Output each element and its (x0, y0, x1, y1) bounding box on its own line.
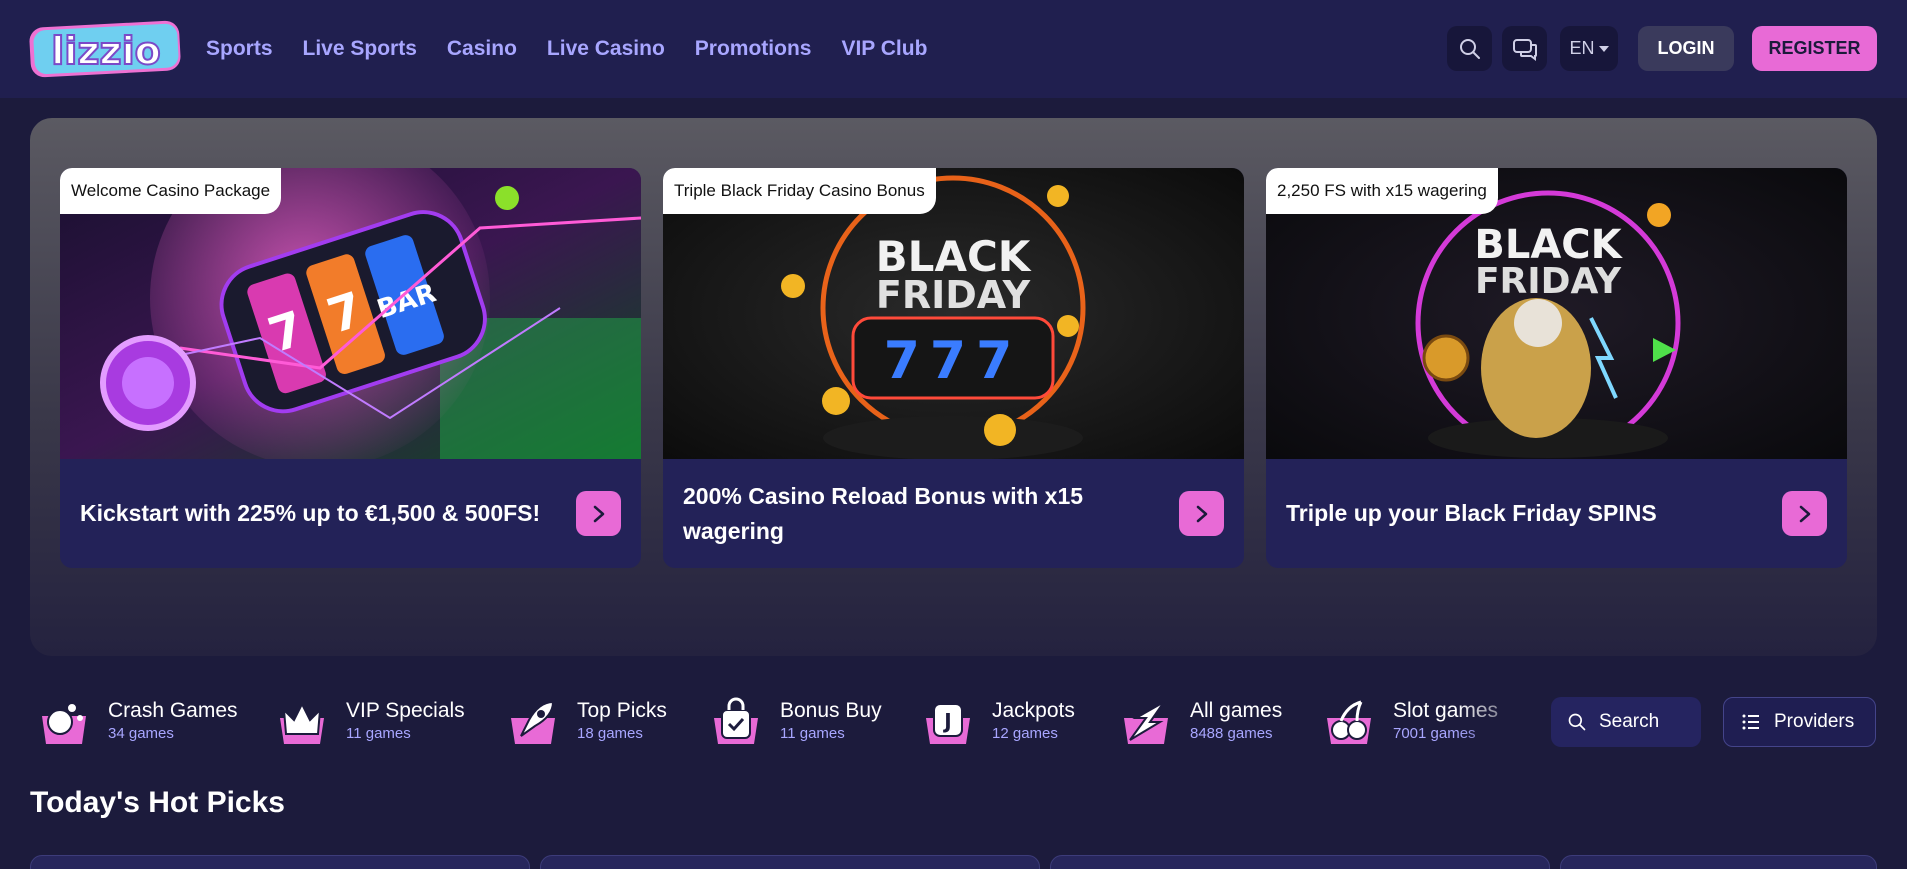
language-label: EN (1569, 38, 1595, 58)
games-search-button[interactable]: Search (1551, 697, 1701, 747)
language-selector[interactable]: EN (1560, 26, 1618, 71)
category-count: 18 games (577, 725, 643, 742)
category-all-games[interactable]: All games 8488 games (1120, 696, 1282, 748)
promo-arrow-button[interactable] (576, 491, 621, 536)
promo-card-footer: Kickstart with 225% up to €1,500 & 500FS… (60, 459, 641, 568)
category-count: 11 games (780, 725, 845, 742)
promo-card-footer: 200% Casino Reload Bonus with x15 wageri… (663, 459, 1244, 568)
promo-text: 200% Casino Reload Bonus with x15 wageri… (683, 482, 1084, 544)
providers-label: Providers (1774, 711, 1855, 732)
category-name: Bonus Buy (780, 699, 882, 722)
category-name: Jackpots (992, 699, 1075, 722)
chevron-down-icon (1598, 45, 1609, 52)
category-count: 11 games (346, 725, 411, 742)
promo-card-free-spins[interactable]: BLACK FRIDAY 2,250 FS with x15 wagering … (1266, 168, 1847, 568)
hot-pick-card[interactable] (1560, 855, 1877, 869)
nav-live-casino[interactable]: Live Casino (547, 37, 665, 61)
providers-button[interactable]: Providers (1723, 697, 1876, 747)
category-count: 12 games (992, 725, 1058, 742)
lightning-icon (1124, 701, 1168, 744)
chevron-right-icon (1196, 505, 1207, 522)
promo-text: Kickstart with 225% up to €1,500 & 500FS… (80, 500, 541, 526)
promo-tag: Triple Black Friday Casino Bonus (663, 168, 936, 214)
category-top-picks[interactable]: Top Picks 18 games (507, 696, 667, 748)
promo-card-black-friday[interactable]: BLACK FRIDAY 777 Triple Black Friday Cas… (663, 168, 1244, 568)
chevron-right-icon (593, 505, 604, 522)
category-name: Crash Games (108, 699, 238, 722)
main-nav: Sports Live Sports Casino Live Casino Pr… (206, 0, 927, 98)
category-name: Top Picks (577, 699, 667, 722)
search-button[interactable] (1447, 26, 1492, 71)
nav-casino[interactable]: Casino (447, 37, 517, 61)
chat-button[interactable] (1502, 26, 1547, 71)
promo-arrow-button[interactable] (1782, 491, 1827, 536)
logo-text: lizzio (51, 29, 160, 73)
crown-icon (280, 701, 324, 744)
top-header: lizzio Sports Live Sports Casino Live Ca… (0, 0, 1907, 98)
register-button[interactable]: REGISTER (1752, 26, 1877, 71)
hot-pick-card[interactable] (30, 855, 530, 869)
promo-card-footer: Triple up your Black Friday SPINS (1266, 459, 1847, 568)
image-text-friday: FRIDAY (1475, 261, 1622, 302)
promo-tag: 2,250 FS with x15 wagering (1266, 168, 1498, 214)
chat-icon (1512, 38, 1537, 61)
rocket-icon (511, 700, 555, 744)
promo-text: Triple up your Black Friday SPINS (1286, 500, 1657, 526)
hot-pick-card[interactable] (1050, 855, 1550, 869)
list-icon (1742, 714, 1759, 730)
nav-promotions[interactable]: Promotions (695, 37, 812, 61)
shopping-bag-icon (714, 697, 758, 744)
category-vip-specials[interactable]: VIP Specials 11 games (276, 696, 465, 748)
lizzio-logo[interactable]: lizzio (28, 18, 186, 80)
category-count: 34 games (108, 725, 174, 742)
category-jackpots[interactable]: J Jackpots 12 games (922, 696, 1075, 748)
scroll-fade (1456, 690, 1536, 756)
image-text-777: 777 (884, 331, 1023, 391)
category-count: 8488 games (1190, 725, 1273, 742)
promo-arrow-button[interactable] (1179, 491, 1224, 536)
search-icon (1459, 38, 1480, 59)
category-name: All games (1190, 699, 1283, 722)
nav-live-sports[interactable]: Live Sports (303, 37, 417, 61)
chevron-right-icon (1799, 505, 1810, 522)
nav-vip-club[interactable]: VIP Club (841, 37, 927, 61)
games-search-label: Search (1599, 711, 1660, 732)
image-text-friday: FRIDAY (876, 273, 1031, 317)
svg-text:J: J (942, 709, 951, 733)
hot-pick-card[interactable] (540, 855, 1040, 869)
category-bonus-buy[interactable]: Bonus Buy 11 games (710, 696, 882, 748)
promo-carousel: 7 7 BAR Welcome Casino Package Kickstart… (30, 118, 1877, 656)
nav-sports[interactable]: Sports (206, 37, 273, 61)
category-crash-games[interactable]: Crash Games 34 games (38, 696, 238, 748)
jackpot-icon: J (926, 703, 970, 744)
hot-picks-title: Today's Hot Picks (30, 786, 285, 819)
category-name: VIP Specials (346, 699, 465, 722)
search-icon (1568, 713, 1586, 731)
promo-tag: Welcome Casino Package (60, 168, 282, 214)
promo-card-welcome[interactable]: 7 7 BAR Welcome Casino Package Kickstart… (60, 168, 641, 568)
cherries-icon (1327, 700, 1371, 744)
crash-games-icon (42, 702, 86, 744)
login-button[interactable]: LOGIN (1638, 26, 1734, 71)
